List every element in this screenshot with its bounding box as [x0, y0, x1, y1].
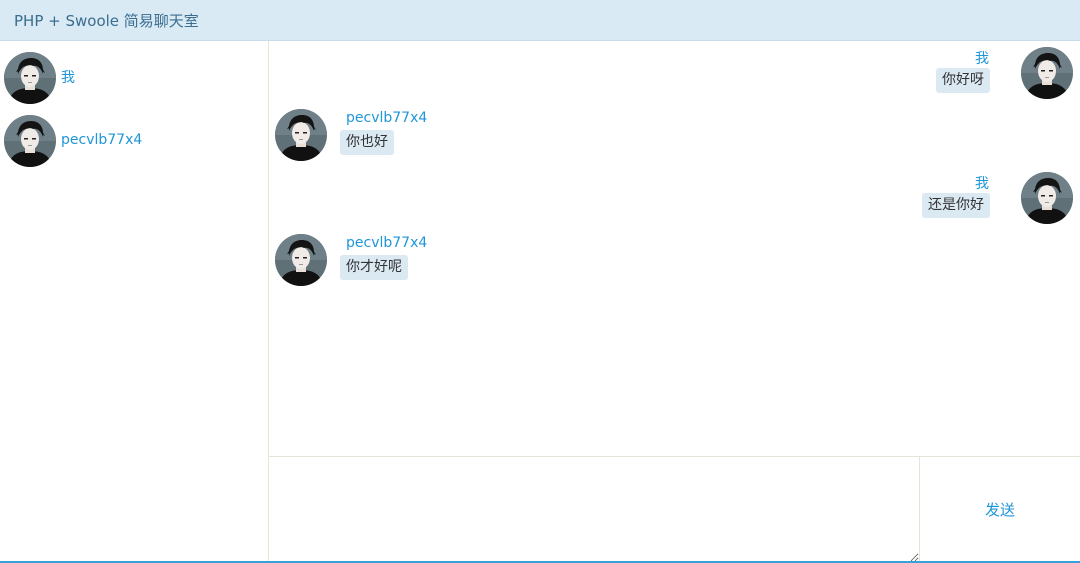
send-button[interactable]: 发送	[920, 457, 1080, 562]
message-sender: pecvlb77x4	[346, 235, 428, 251]
message-other: pecvlb77x4 你也好	[275, 109, 575, 161]
message-self: 我 还是你好	[773, 172, 1073, 224]
message-list: 我 你好呀 pecvlb77x4 你也好 我 还是你好 pecvlb77x4 你…	[270, 41, 1080, 456]
user-list-sidebar: 我 pecvlb77x4	[0, 41, 269, 561]
avatar	[4, 52, 56, 104]
message-sender: 我	[975, 176, 989, 192]
message-bubble: 你好呀	[936, 68, 990, 93]
composer: 发送	[269, 456, 1080, 562]
message-self: 我 你好呀	[773, 47, 1073, 99]
message-sender: pecvlb77x4	[346, 110, 428, 126]
avatar	[1021, 172, 1073, 224]
user-name: 我	[61, 70, 75, 86]
message-bubble: 你也好	[340, 130, 394, 155]
avatar	[1021, 47, 1073, 99]
message-other: pecvlb77x4 你才好呢	[275, 234, 575, 286]
message-sender: 我	[975, 51, 989, 67]
user-name: pecvlb77x4	[61, 132, 143, 148]
avatar	[275, 234, 327, 286]
user-list-item[interactable]: 我	[4, 52, 75, 104]
app-header: PHP + Swoole 简易聊天室	[0, 0, 1080, 41]
avatar	[275, 109, 327, 161]
user-list-item[interactable]: pecvlb77x4	[4, 115, 142, 167]
message-input[interactable]	[269, 457, 920, 562]
app-title: PHP + Swoole 简易聊天室	[14, 11, 199, 30]
avatar	[4, 115, 56, 167]
message-bubble: 你才好呢	[340, 255, 408, 280]
message-bubble: 还是你好	[922, 193, 990, 218]
